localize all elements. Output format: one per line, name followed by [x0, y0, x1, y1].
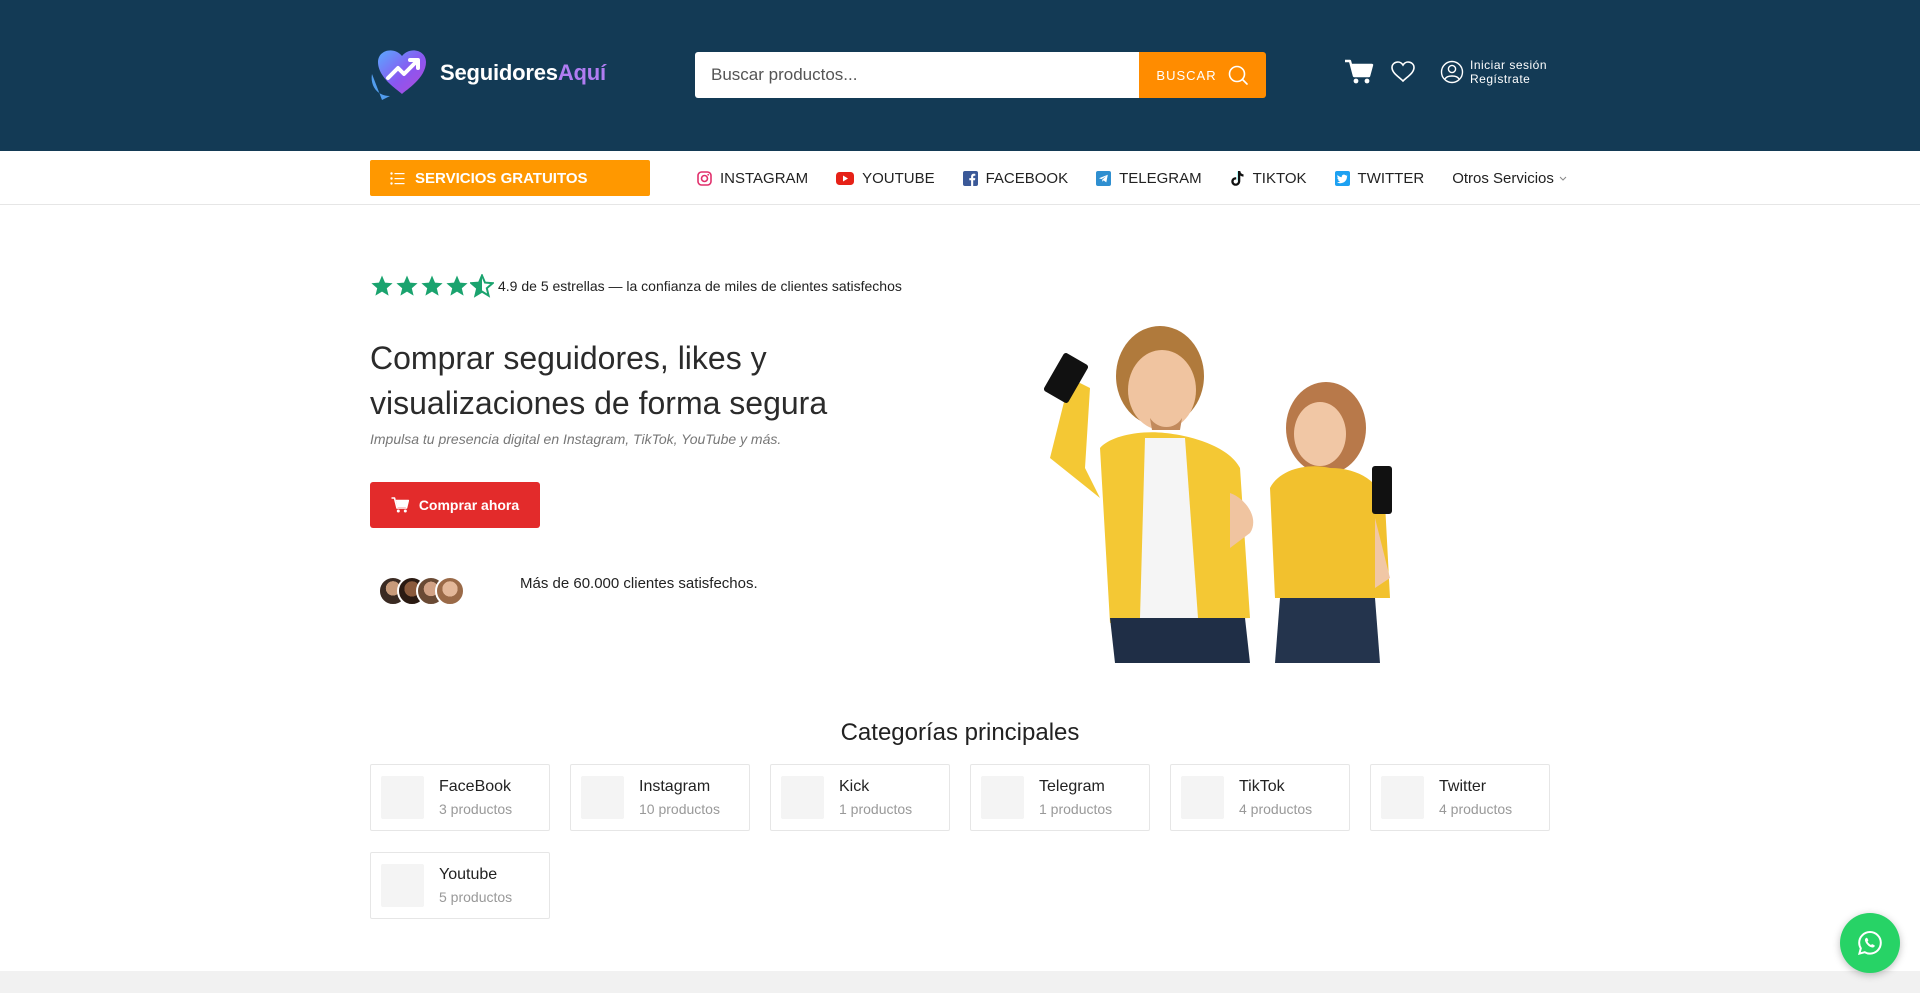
category-name: Instagram — [639, 777, 711, 795]
category-count: 4 productos — [1439, 800, 1513, 817]
clients-count-text: Más de 60.000 clientes satisfechos. — [520, 575, 758, 592]
account-link[interactable]: Iniciar sesión Regístrate — [1440, 58, 1547, 86]
categories-grid: FaceBook 3 productos Instagram 10 producto… — [370, 764, 1550, 919]
category-card-twitter[interactable]: Twitter 4 productos — [1370, 764, 1550, 831]
star-icon — [446, 275, 468, 296]
nav-item-facebook[interactable]: FACEBOOK — [962, 169, 1069, 187]
nav-item-label: YOUTUBE — [862, 169, 935, 187]
footer-strip — [0, 971, 1920, 993]
hero-couple-image — [1030, 318, 1420, 663]
tiktok-icon — [1230, 170, 1245, 186]
category-name: Telegram — [1039, 777, 1105, 795]
category-count: 1 productos — [1039, 800, 1113, 817]
category-count: 4 productos — [1239, 800, 1313, 817]
instagram-icon — [697, 170, 712, 186]
rating-text: 4.9 de 5 estrellas — la confianza de mil… — [498, 278, 902, 294]
avatar — [435, 576, 465, 606]
nav-item-label: TELEGRAM — [1119, 169, 1202, 187]
hero-title: Comprar seguidores, likes y visualizacio… — [370, 340, 828, 421]
star-icon — [421, 275, 443, 296]
telegram-icon — [1096, 170, 1112, 186]
nav-item-label: FACEBOOK — [985, 169, 1069, 187]
list-icon — [390, 171, 405, 185]
category-count: 5 productos — [439, 888, 513, 905]
wishlist-heart-icon[interactable] — [1390, 60, 1416, 84]
nav-item-tiktok[interactable]: TIKTOK — [1230, 170, 1307, 187]
cart-icon[interactable] — [1344, 59, 1374, 85]
rating-summary: 4.9 de 5 estrellas — la confianza de mil… — [370, 274, 902, 298]
nav-item-youtube[interactable]: YOUTUBE — [836, 170, 935, 187]
youtube-icon — [836, 171, 855, 186]
category-count: 1 productos — [839, 800, 913, 817]
logo-heart-icon — [370, 44, 442, 102]
category-card-tiktok[interactable]: TikTok 4 productos — [1170, 764, 1350, 831]
facebook-icon — [962, 170, 978, 186]
logo-text: SeguidoresAquí — [440, 60, 606, 85]
customer-avatars — [378, 576, 465, 606]
nav-item-other-services[interactable]: Otros Servicios — [1452, 170, 1568, 187]
nav-item-telegram[interactable]: TELEGRAM — [1096, 170, 1202, 187]
header-actions: Iniciar sesión Regístrate — [1344, 58, 1547, 86]
category-thumbnail — [381, 776, 424, 819]
nav-item-label: TIKTOK — [1252, 169, 1307, 187]
rating-stars — [370, 274, 494, 298]
category-thumbnail — [981, 776, 1024, 819]
category-card-youtube[interactable]: Youtube 5 productos — [370, 852, 550, 919]
category-count: 10 productos — [639, 800, 720, 817]
category-name: TikTok — [1239, 777, 1285, 795]
search-input[interactable] — [695, 52, 1139, 98]
category-name: Twitter — [1439, 777, 1487, 795]
categories-title: Categorías principales — [840, 719, 1080, 746]
category-thumbnail — [381, 864, 424, 907]
search-button-label: BUSCAR — [1156, 67, 1217, 83]
category-thumbnail — [1381, 776, 1424, 819]
nav-item-label: Otros Servicios — [1452, 169, 1554, 187]
search-button[interactable]: BUSCAR — [1139, 52, 1266, 98]
site-logo[interactable]: SeguidoresAquí — [370, 44, 606, 102]
category-card-kick[interactable]: Kick 1 productos — [770, 764, 950, 831]
category-thumbnail — [781, 776, 824, 819]
whatsapp-chat-button[interactable] — [1840, 913, 1900, 973]
category-thumbnail — [1181, 776, 1224, 819]
category-name: Kick — [839, 777, 870, 795]
cart-icon — [391, 497, 409, 513]
search-bar: BUSCAR — [695, 52, 1266, 98]
star-icon — [396, 275, 418, 296]
chevron-down-icon — [1559, 176, 1567, 181]
nav-item-twitter[interactable]: TWITTER — [1334, 169, 1425, 187]
site-header: SeguidoresAquí BUSCAR Iniciar sesión Reg… — [0, 0, 1920, 151]
buy-now-label: Comprar ahora — [418, 497, 520, 513]
category-name: FaceBook — [439, 777, 512, 795]
category-count: 3 productos — [439, 800, 513, 817]
star-half-icon — [470, 274, 494, 298]
nav-item-label: TWITTER — [1357, 169, 1425, 187]
category-thumbnail — [581, 776, 624, 819]
search-icon — [1228, 65, 1248, 85]
main-nav: SERVICIOS GRATUITOS INSTAGRAM YOUTUBE FA… — [0, 151, 1920, 205]
category-card-instagram[interactable]: Instagram 10 productos — [570, 764, 750, 831]
free-services-button[interactable]: SERVICIOS GRATUITOS — [370, 160, 650, 196]
category-card-telegram[interactable]: Telegram 1 productos — [970, 764, 1150, 831]
category-name: Youtube — [439, 865, 498, 883]
register-link[interactable]: Regístrate — [1470, 72, 1547, 86]
buy-now-button[interactable]: Comprar ahora — [370, 482, 540, 528]
star-icon — [371, 275, 393, 296]
category-card-facebook[interactable]: FaceBook 3 productos — [370, 764, 550, 831]
nav-item-instagram[interactable]: INSTAGRAM — [697, 170, 808, 187]
user-icon — [1440, 60, 1464, 84]
free-services-label: SERVICIOS GRATUITOS — [415, 169, 588, 187]
whatsapp-icon — [1857, 930, 1882, 955]
login-link[interactable]: Iniciar sesión — [1470, 58, 1547, 72]
nav-item-label: INSTAGRAM — [720, 169, 809, 187]
hero-subtitle: Impulsa tu presencia digital en Instagra… — [370, 431, 782, 447]
twitter-icon — [1334, 170, 1350, 186]
